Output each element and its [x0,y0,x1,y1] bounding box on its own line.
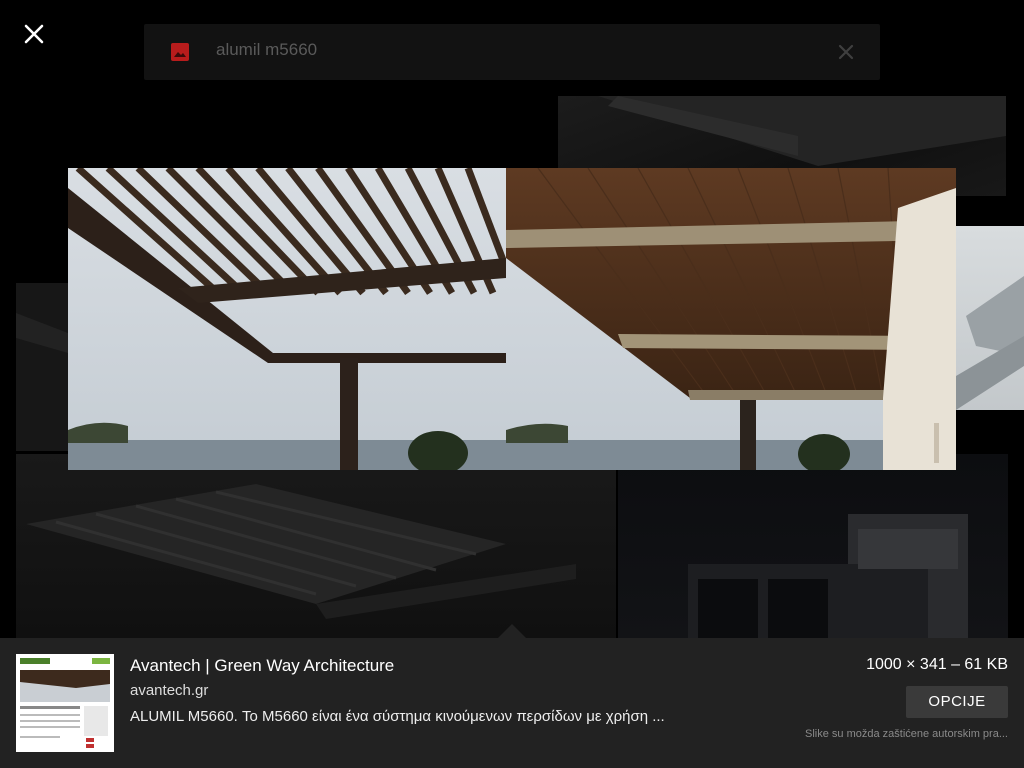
result-title[interactable]: Avantech | Green Way Architecture [130,656,394,676]
result-thumbnail[interactable] [16,283,68,451]
image-details-panel: Avantech | Green Way Architecture avante… [0,624,1024,768]
panel-pointer [498,624,526,638]
copyright-notice: Slike su možda zaštićene autorskim pra..… [805,728,1008,740]
result-thumbnail[interactable] [16,454,616,638]
result-description: ALUMIL M5660. Το M5660 είναι ένα σύστημα… [130,708,665,725]
result-thumbnail[interactable] [618,454,1008,638]
source-page-thumbnail[interactable] [16,654,114,752]
options-button[interactable]: OPCIJE [906,686,1008,718]
search-query[interactable]: alumil m5660 [216,40,317,60]
image-dimensions: 1000 × 341 – 61 KB [866,656,1008,673]
clear-icon[interactable] [838,44,854,60]
result-thumbnail[interactable] [956,226,1024,410]
result-domain[interactable]: avantech.gr [130,682,208,699]
preview-image[interactable] [68,168,956,470]
close-icon[interactable] [20,20,48,48]
search-bar[interactable]: alumil m5660 [144,24,880,80]
image-icon [171,43,189,61]
